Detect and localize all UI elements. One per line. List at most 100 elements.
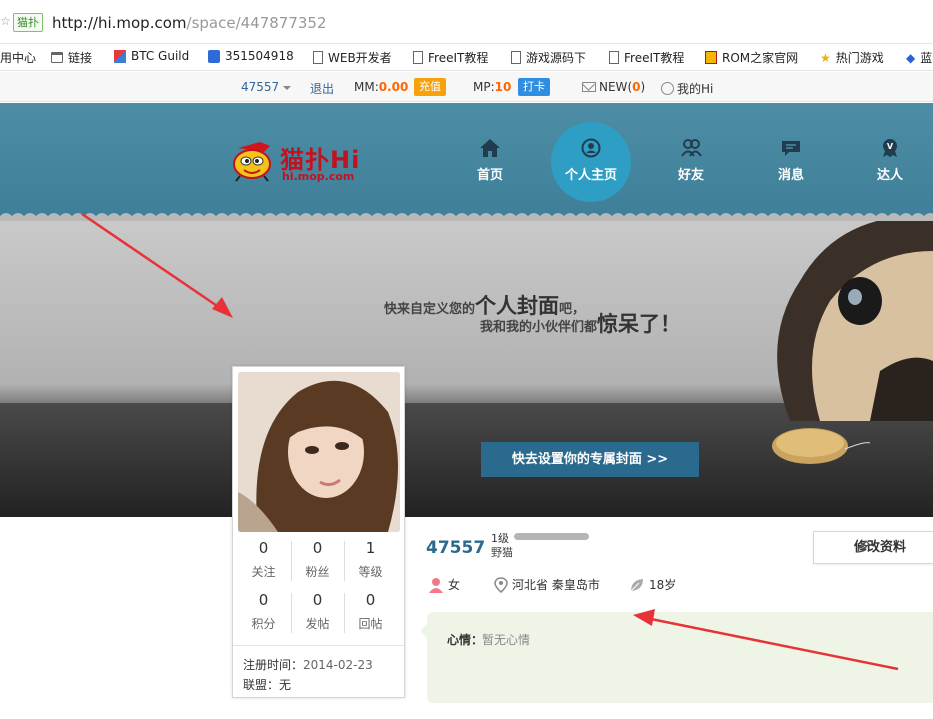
bookmark-label: 热门游戏 xyxy=(835,51,884,65)
bookmark-item[interactable]: BTC Guild xyxy=(114,49,189,63)
stat-value: 0 xyxy=(365,591,376,609)
checkin-button[interactable]: 打卡 xyxy=(518,78,550,96)
badge-icon: V xyxy=(883,139,897,157)
bookmark-item[interactable]: 用中心 xyxy=(0,49,36,66)
bookmark-label: 用中心 xyxy=(0,51,37,65)
profile-card: 0 关注 0 粉丝 1 等级 0 积分 0 发帖 0 回帖 注册时间：2014-02-23 … xyxy=(232,366,405,698)
stat-value: 0 xyxy=(312,591,323,609)
nav-item-profile[interactable]: 个人主页 xyxy=(561,138,621,183)
cookie-image xyxy=(772,428,870,464)
rom-icon xyxy=(705,51,717,64)
user-id: 47557 xyxy=(241,80,280,94)
url-host: http://hi.mop.com xyxy=(52,14,187,32)
friends-icon xyxy=(681,139,702,157)
register-value: 2014-02-23 xyxy=(303,658,373,672)
mp-value: 10 xyxy=(494,80,512,94)
bookmark-item[interactable]: 链接 xyxy=(51,49,92,66)
user-circle-icon xyxy=(581,138,601,158)
gender-info: 女 xyxy=(428,576,460,593)
bookmark-label: FreeIT教程 xyxy=(624,51,685,65)
bookmark-item[interactable]: ROM之家官网 xyxy=(705,49,798,66)
stat-value: 1 xyxy=(365,539,376,557)
stat-fans[interactable]: 0 粉丝 xyxy=(289,539,346,580)
bookmark-label: 351504918 xyxy=(225,49,294,63)
site-tag[interactable]: 猫扑 xyxy=(13,13,43,32)
bookmark-item[interactable]: WEB开发者 xyxy=(313,49,392,66)
stat-label: 等级 xyxy=(358,565,383,579)
set-cover-button[interactable]: 快去设置你的专属封面 >> xyxy=(481,442,699,477)
league-value: 无 xyxy=(279,678,292,692)
recharge-button[interactable]: 充值 xyxy=(414,78,446,96)
url-field[interactable]: http://hi.mop.com/space/447877352 xyxy=(52,14,327,32)
mm-balance: MM:0.00 xyxy=(354,80,408,94)
mop-mascot-icon xyxy=(233,142,271,182)
stat-value: 0 xyxy=(258,591,269,609)
location-pin-icon xyxy=(494,576,508,593)
stat-points[interactable]: 0 积分 xyxy=(235,591,292,632)
slogan-text: 快来自定义您的 xyxy=(384,302,476,317)
age-value: 18岁 xyxy=(649,578,677,592)
new-paren-close: ) xyxy=(640,80,646,94)
mood-box: 心情： 暂无心情 xyxy=(420,612,933,703)
bookmark-item[interactable]: ◆ 蓝 xyxy=(906,49,932,66)
nav-item-home[interactable]: 首页 xyxy=(460,138,520,183)
bookmark-item[interactable]: ★ 热门游戏 xyxy=(820,49,884,66)
url-path: /space/447877352 xyxy=(186,14,327,32)
bookmark-item[interactable]: 游戏源码下 xyxy=(511,49,586,66)
avatar[interactable] xyxy=(238,372,400,532)
stat-label: 关注 xyxy=(251,565,276,579)
user-menu[interactable]: 47557 xyxy=(241,80,292,94)
nav-item-messages[interactable]: 消息 xyxy=(761,138,821,183)
stat-replies[interactable]: 0 回帖 xyxy=(342,591,399,632)
stat-value: 0 xyxy=(258,539,269,557)
stat-label: 积分 xyxy=(251,617,276,631)
leaf-icon xyxy=(630,578,643,591)
profile-username: 47557 xyxy=(426,538,486,558)
mp-label: MP: xyxy=(473,80,495,94)
page-icon xyxy=(511,51,521,64)
my-hi-link[interactable]: 我的Hi xyxy=(661,80,713,97)
level-progress-bar xyxy=(514,533,589,540)
gender-value: 女 xyxy=(448,578,461,592)
bookmarks-bar: 用中心 链接 BTC Guild 351504918 WEB开发者 FreeIT… xyxy=(0,44,933,71)
stat-label: 发帖 xyxy=(305,617,330,631)
bookmark-item[interactable]: 351504918 xyxy=(208,49,294,63)
stat-follow[interactable]: 0 关注 xyxy=(235,539,292,580)
nav-label: 达人 xyxy=(876,168,903,183)
female-user-icon xyxy=(429,577,443,593)
bookmark-label: 蓝 xyxy=(920,51,933,65)
bookmark-star-icon[interactable]: ☆ xyxy=(0,14,11,28)
site-topbar: 47557 退出 MM:0.00 充值 MP:10 打卡 NEW(0) 我的Hi xyxy=(0,72,933,102)
mood-label: 心情： xyxy=(447,633,484,647)
stat-level[interactable]: 1 等级 xyxy=(342,539,399,580)
mm-value: 0.00 xyxy=(378,80,409,94)
stat-posts[interactable]: 0 发帖 xyxy=(289,591,346,632)
slogan-text: 我和我的小伙伴们都 xyxy=(480,320,598,335)
stat-label: 回帖 xyxy=(358,617,383,631)
baidu-paw-icon xyxy=(208,49,220,63)
my-hi-label: 我的Hi xyxy=(677,82,714,96)
folder-icon xyxy=(51,52,63,63)
cover-banner xyxy=(0,221,933,517)
pencil-icon xyxy=(857,540,870,553)
bookmark-label: 游戏源码下 xyxy=(526,51,587,65)
pug-dog-image xyxy=(777,221,933,421)
bookmark-label: 链接 xyxy=(68,51,93,65)
user-icon xyxy=(661,82,674,95)
home-icon xyxy=(480,139,500,157)
logo-domain: hi.mop.com xyxy=(282,170,355,183)
nav-item-friends[interactable]: 好友 xyxy=(661,138,721,183)
stat-value: 0 xyxy=(312,539,323,557)
bookmark-item[interactable]: FreeIT教程 xyxy=(609,49,684,66)
edit-profile-button[interactable]: 修改资料 xyxy=(813,531,933,564)
register-date: 注册时间：2014-02-23 xyxy=(243,656,373,673)
svg-text:V: V xyxy=(887,142,894,151)
gem-icon: ◆ xyxy=(906,50,916,65)
league: 联盟：无 xyxy=(243,676,291,693)
bookmark-item[interactable]: FreeIT教程 xyxy=(413,49,488,66)
new-messages-link[interactable]: NEW(0) xyxy=(582,80,645,94)
nav-item-experts[interactable]: V 达人 xyxy=(860,138,920,183)
message-icon xyxy=(782,141,800,156)
logout-link[interactable]: 退出 xyxy=(310,80,334,97)
bookmark-label: WEB开发者 xyxy=(328,51,392,65)
